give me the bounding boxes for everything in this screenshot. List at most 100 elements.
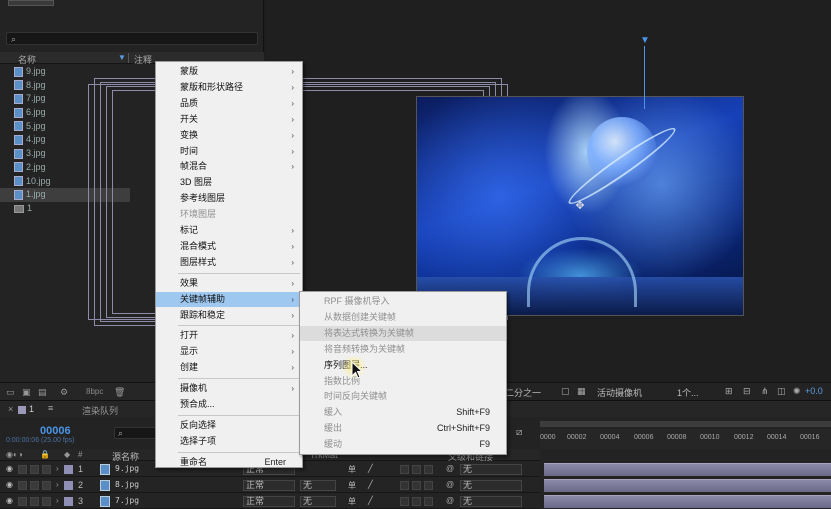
audio-toggle[interactable] <box>18 465 27 474</box>
label-color[interactable] <box>64 497 73 506</box>
motion-blur-switch[interactable] <box>412 465 421 474</box>
solo-toggle[interactable] <box>30 481 39 490</box>
playhead-line[interactable] <box>644 46 645 109</box>
context-menu-item[interactable]: 摄像机 › <box>156 381 302 397</box>
effects-switch[interactable] <box>400 481 409 490</box>
3d-layer-switch[interactable] <box>424 481 433 490</box>
bit-depth-label[interactable]: 8bpc <box>86 387 103 396</box>
pick-whip-icon[interactable]: @ <box>446 464 454 473</box>
context-menu-item[interactable]: 重命名 Enter <box>156 455 302 471</box>
context-menu-item[interactable]: 反向选择 <box>156 418 302 434</box>
sort-arrow-icon[interactable]: ▼ <box>118 53 126 62</box>
3d-layer-switch[interactable] <box>424 497 433 506</box>
timeline-icon[interactable]: ⊟ <box>743 386 751 397</box>
layer-name[interactable]: 7.jpg <box>115 496 139 505</box>
shy-switch-icon[interactable]: 单 <box>348 464 356 475</box>
context-menu-item[interactable]: 混合模式 › <box>156 239 302 255</box>
context-menu-item[interactable]: 蒙版和形状路径 › <box>156 80 302 96</box>
solo-toggle[interactable] <box>30 465 39 474</box>
current-timecode[interactable]: 00006 <box>40 425 71 437</box>
motion-blur-switch[interactable] <box>412 481 421 490</box>
layer-name[interactable]: 9.jpg <box>115 464 139 473</box>
layer-duration-bar[interactable] <box>544 463 831 476</box>
layer-row[interactable]: ◉ › 3 7.jpg 正常 无 单 ╱ @ 无 <box>0 494 540 509</box>
parent-select[interactable]: 无 <box>460 464 522 475</box>
new-composition-icon[interactable]: ▤ <box>38 387 47 397</box>
timeline-search-input[interactable]: ⌕ <box>114 427 158 439</box>
context-menu-item[interactable]: 参考线图层 <box>156 191 302 207</box>
label-color[interactable] <box>64 465 73 474</box>
view-layout-select[interactable]: 1个... <box>677 386 699 399</box>
tab-composition[interactable]: 1 <box>18 404 34 414</box>
flowchart-icon[interactable]: ⋔ <box>761 386 769 397</box>
context-menu-item[interactable]: 创建 › <box>156 360 302 376</box>
context-menu-item[interactable]: 图层样式 › <box>156 255 302 271</box>
anchor-point-icon[interactable]: ✥ <box>574 200 586 212</box>
lock-toggle[interactable] <box>42 497 51 506</box>
context-menu-item[interactable]: 开关 › <box>156 112 302 128</box>
graph-editor-icon[interactable]: ⧄ <box>516 427 522 438</box>
time-ruler[interactable]: 0000 00002 00004 00006 00008 00010 00012… <box>540 429 831 449</box>
layer-duration-bar[interactable] <box>544 495 831 508</box>
quality-switch-icon[interactable]: ╱ <box>368 496 373 505</box>
layer-row[interactable]: ◉ › 2 8.jpg 正常 无 单 ╱ @ 无 <box>0 478 540 493</box>
context-menu-item[interactable]: 帧混合 › <box>156 159 302 175</box>
exposure-icon[interactable]: ✺ <box>793 386 801 397</box>
exposure-value[interactable]: +0.0 <box>805 386 823 396</box>
expand-arrow-icon[interactable]: › <box>56 496 59 505</box>
context-menu-item[interactable]: 跟踪和稳定 › <box>156 308 302 324</box>
audio-toggle[interactable] <box>18 497 27 506</box>
context-menu-item[interactable]: 变换 › <box>156 128 302 144</box>
3d-layer-switch[interactable] <box>424 465 433 474</box>
quality-switch-icon[interactable]: ╱ <box>368 464 373 473</box>
eye-icon[interactable]: ◉ <box>6 480 13 489</box>
lock-toggle[interactable] <box>42 481 51 490</box>
close-tab-icon[interactable]: × <box>8 404 13 414</box>
layer-name[interactable]: 8.jpg <box>115 480 139 489</box>
context-menu-item[interactable]: 品质 › <box>156 96 302 112</box>
eye-icon[interactable]: ◉ <box>6 464 13 473</box>
context-menu-item[interactable]: 标记 › <box>156 223 302 239</box>
shy-switch-icon[interactable]: 单 <box>348 496 356 507</box>
context-menu-item[interactable]: 效果 › <box>156 276 302 292</box>
submenu-item[interactable]: 序列图层... <box>300 358 506 374</box>
pick-whip-icon[interactable]: @ <box>446 496 454 505</box>
parent-select[interactable]: 无 <box>460 496 522 507</box>
expand-arrow-icon[interactable]: › <box>56 464 59 473</box>
solo-toggle[interactable] <box>30 497 39 506</box>
region-of-interest-icon[interactable]: ▢ <box>561 386 570 397</box>
context-menu-item[interactable]: 关键帧辅助 › <box>156 291 302 308</box>
effects-switch[interactable] <box>400 465 409 474</box>
blend-mode-select[interactable]: 正常 <box>243 480 295 491</box>
parent-select[interactable]: 无 <box>460 480 522 491</box>
effects-switch[interactable] <box>400 497 409 506</box>
trkmat-select[interactable]: 无 <box>300 496 336 507</box>
camera-select[interactable]: 活动摄像机 <box>597 386 642 399</box>
expand-arrow-icon[interactable]: › <box>56 480 59 489</box>
playhead-icon[interactable]: ▼ <box>640 36 650 46</box>
reset-exposure-icon[interactable]: ◫ <box>777 386 786 397</box>
interpret-footage-icon[interactable]: ▭ <box>6 387 15 397</box>
context-menu-item[interactable]: 选择子项 <box>156 434 302 450</box>
context-menu-item[interactable]: 时间 › <box>156 144 302 160</box>
label-color[interactable] <box>64 481 73 490</box>
context-menu-item[interactable]: 显示 › <box>156 344 302 360</box>
shy-switch-icon[interactable]: 单 <box>348 480 356 491</box>
tab-render-queue[interactable]: 渲染队列 <box>82 404 118 417</box>
trkmat-select[interactable]: 无 <box>300 480 336 491</box>
new-folder-icon[interactable]: ▣ <box>22 387 31 397</box>
resolution-select[interactable]: 二分之一 <box>505 386 541 399</box>
work-area-bar[interactable] <box>540 421 831 427</box>
trash-icon[interactable]: 🗑 <box>114 387 125 397</box>
quality-switch-icon[interactable]: ╱ <box>368 480 373 489</box>
pick-whip-icon[interactable]: @ <box>446 480 454 489</box>
context-menu-item[interactable]: 打开 › <box>156 328 302 344</box>
transparency-grid-icon[interactable]: ▦ <box>577 386 586 397</box>
lock-toggle[interactable] <box>42 465 51 474</box>
project-search-input[interactable]: ⌕ <box>6 32 258 45</box>
context-menu-item[interactable]: 蒙版 › <box>156 64 302 80</box>
project-settings-icon[interactable]: ⚙ <box>60 387 68 397</box>
eye-icon[interactable]: ◉ <box>6 496 13 505</box>
context-menu-item[interactable]: 3D 图层 <box>156 175 302 191</box>
tab-menu-icon[interactable]: ≡ <box>48 403 53 413</box>
